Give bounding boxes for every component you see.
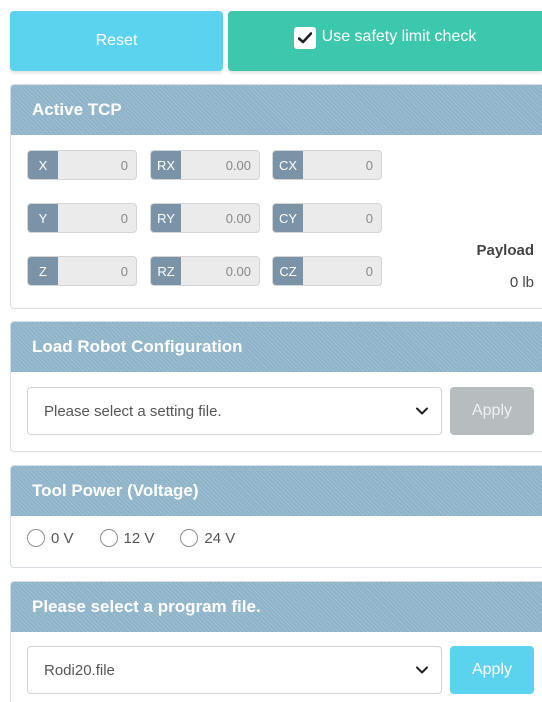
setting-file-select[interactable]: Please select a setting file. [27,387,442,435]
tcp-field-z[interactable]: Z 0 [27,256,137,286]
tcp-field-x[interactable]: X 0 [27,150,137,180]
tcp-field-cz[interactable]: CZ 0 [272,256,382,286]
tcp-field-cx-value: 0 [365,157,373,173]
safety-limit-checkbox[interactable] [293,27,316,49]
tcp-field-rx-value: 0.00 [225,157,251,173]
tool-power-panel: Tool Power (Voltage) 0 V 12 V 24 V [10,465,542,568]
program-apply-label: Apply [471,661,513,678]
reset-button[interactable]: Reset [10,11,223,71]
tcp-field-ry-tag: RY [151,204,181,232]
tcp-field-cz-tag: CZ [273,257,303,285]
tcp-field-cy-tag: CY [273,204,303,232]
check-icon [297,32,312,44]
radio-12v[interactable] [99,529,118,547]
payload-value: 0 lb [509,274,534,291]
chevron-down-icon [416,407,428,415]
safety-limit-label: Use safety limit check [321,28,477,45]
tcp-field-rz[interactable]: RZ 0.00 [150,256,260,286]
tcp-field-cx-tag: CX [273,151,303,179]
tcp-field-ry[interactable]: RY 0.00 [150,203,260,233]
tcp-field-y[interactable]: Y 0 [27,203,137,233]
program-apply-button[interactable]: Apply [450,646,534,694]
tcp-field-cx[interactable]: CX 0 [272,150,382,180]
config-apply-label: Apply [471,402,513,419]
active-tcp-header: Active TCP [11,85,542,135]
tcp-field-rz-value: 0.00 [225,263,251,279]
setting-file-select-value: Please select a setting file. [44,402,222,420]
radio-24v-label: 24 V [204,529,236,547]
load-config-header: Load Robot Configuration [11,322,542,372]
safety-limit-toggle[interactable]: Use safety limit check [228,11,542,71]
tcp-field-rx[interactable]: RX 0.00 [150,150,260,180]
tcp-field-cz-value: 0 [365,263,373,279]
radio-24v[interactable] [180,529,199,547]
tool-power-header: Tool Power (Voltage) [11,466,542,516]
tcp-field-y-tag: Y [28,204,58,232]
tcp-field-cy[interactable]: CY 0 [272,203,382,233]
reset-button-label: Reset [95,32,138,49]
tcp-field-ry-value: 0.00 [225,210,251,226]
program-file-header: Please select a program file. [11,582,542,632]
tcp-field-rz-tag: RZ [151,257,181,285]
program-file-select-value: Rodi20.file [44,661,115,679]
tcp-field-y-value: 0 [120,210,128,226]
chevron-down-icon [416,666,428,674]
tcp-field-z-value: 0 [120,263,128,279]
tool-power-option-12v[interactable]: 12 V [99,529,155,547]
radio-0v-label: 0 V [51,529,74,547]
radio-12v-label: 12 V [123,529,155,547]
tcp-field-x-value: 0 [120,157,128,173]
radio-0v[interactable] [27,529,45,547]
robot-settings-panel: Reset Use safety limit check Active TCP … [0,0,542,702]
tcp-field-cy-value: 0 [365,210,373,226]
payload-label: Payload [476,242,534,259]
program-file-select[interactable]: Rodi20.file [27,646,442,694]
tool-power-options: 0 V 12 V 24 V [11,518,261,558]
config-apply-button[interactable]: Apply [450,387,534,435]
tcp-field-rx-tag: RX [151,151,181,179]
tcp-field-z-tag: Z [28,257,58,285]
tool-power-option-24v[interactable]: 24 V [180,529,235,547]
tcp-field-x-tag: X [28,151,58,179]
tool-power-option-0v[interactable]: 0 V [27,529,74,547]
